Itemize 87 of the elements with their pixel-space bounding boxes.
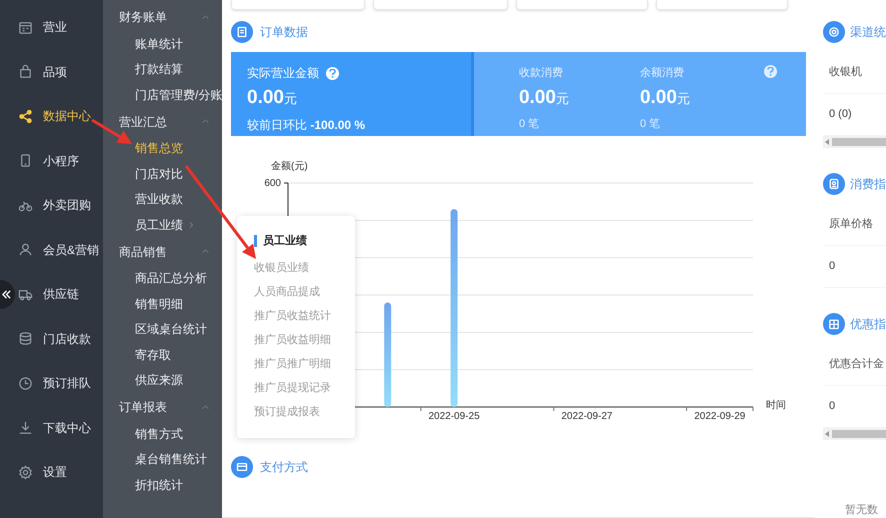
section-title: 支付方式 [260, 459, 308, 476]
sidebar-item[interactable]: 会员&营销 [18, 228, 103, 272]
scrollbar[interactable] [823, 428, 886, 440]
scrollbar-thumb[interactable] [832, 138, 886, 146]
tick-label: 2022-09-29 [693, 410, 746, 424]
double-chevron-left-icon [2, 290, 11, 299]
calendar-icon [18, 20, 33, 35]
period-select[interactable] [231, 0, 365, 10]
tick-label: 600 [263, 177, 281, 191]
submenu-item[interactable]: 门店管理费/分账 [103, 82, 222, 108]
empty-message: 暂无数 [844, 503, 879, 518]
metric-label: 实际营业金额 [247, 65, 319, 82]
comparison-text: 较前日环比 -100.00 % [247, 117, 366, 134]
submenu-item[interactable]: 商品汇总分析 [103, 266, 222, 291]
submenu-item[interactable]: 销售方式 [103, 421, 222, 446]
submenu-group-header[interactable]: 商品销售 [103, 238, 222, 266]
scrollbar-thumb[interactable] [832, 430, 886, 438]
section-title: 消费指 [850, 176, 886, 193]
popup-title: 员工业绩 [263, 234, 307, 249]
submenu-item[interactable]: 区域桌台统计 [103, 316, 222, 342]
download-icon [18, 420, 33, 436]
submenu-item[interactable]: 账单统计 [103, 31, 222, 56]
lifebuoy-icon [823, 21, 845, 43]
sidebar-item[interactable]: 预订排队 [18, 361, 103, 406]
count-text: 0 笔 [518, 117, 540, 132]
submenu-item[interactable]: 销售明细 [103, 291, 222, 316]
metric-unit: 元 [284, 90, 297, 108]
accent-bar [254, 235, 257, 247]
phone-icon [18, 153, 33, 168]
gift-icon [823, 313, 845, 335]
settings-icon [18, 464, 33, 480]
submenu-item[interactable]: 桌台销售统计 [103, 446, 222, 472]
section-title: 渠道统 [850, 24, 886, 41]
sidebar-item[interactable]: 供应链 [18, 272, 103, 316]
column-header: 原单价格 [823, 204, 886, 246]
submenu-item[interactable]: 营业收款 [103, 186, 222, 212]
submenu-group-header[interactable]: 营业汇总 [103, 108, 222, 136]
database-icon [18, 331, 33, 346]
submenu-item[interactable]: 打款结算 [103, 56, 222, 82]
sidebar-item[interactable]: 数据中心 [18, 94, 103, 138]
submenu-group-header[interactable]: 订单报表 [103, 393, 222, 421]
axis-title: 时间 [766, 398, 786, 413]
date-field[interactable] [373, 0, 508, 10]
section-title: 订单数据 [260, 24, 308, 41]
sidebar-item[interactable]: 小程序 [18, 138, 103, 183]
sidebar-item[interactable]: 外卖团购 [18, 183, 103, 228]
submenu-item[interactable]: 供应来源 [103, 368, 222, 393]
submenu-group-header[interactable]: 财务账单 [103, 3, 222, 31]
sidebar-item[interactable]: 营业 [18, 5, 103, 50]
count-text: 0 笔 [640, 117, 662, 132]
card-icon [231, 456, 253, 478]
scrollbar[interactable] [823, 136, 886, 148]
sidebar-item[interactable]: 品项 [18, 50, 103, 94]
sidebar-item[interactable]: 下载中心 [18, 406, 103, 450]
section-title: 优惠指 [850, 316, 886, 333]
metric-label: 余额消费 [640, 66, 685, 81]
document-icon [231, 21, 253, 43]
metric-value: 0.00 [518, 86, 556, 110]
end-time-field[interactable] [656, 0, 788, 10]
column-header: 优惠合计金 [823, 344, 886, 386]
bag-icon [18, 64, 33, 80]
submenu-item[interactable]: 折扣统计 [103, 472, 222, 498]
column-header: 收银机 [823, 52, 886, 94]
tick-label: 2022-09-27 [560, 410, 614, 424]
metric-unit: 元 [556, 90, 569, 108]
help-icon[interactable] [326, 66, 339, 80]
metric-value: 0.00 [247, 86, 284, 110]
submenu-item[interactable]: 员工业绩 [103, 212, 222, 238]
caret-up-icon [201, 402, 210, 412]
share-icon [18, 108, 33, 124]
sidebar-item[interactable]: 门店收款 [18, 316, 103, 361]
table-cell: 0 [823, 246, 886, 288]
sidebar-item[interactable]: 设置 [18, 450, 103, 494]
submenu-item[interactable]: 销售总览 [103, 136, 222, 161]
help-icon[interactable] [764, 65, 777, 78]
metric-value: 0.00 [640, 86, 677, 110]
submenu-item[interactable]: 寄存取 [103, 342, 222, 368]
tick-label: 2022-09-25 [427, 410, 481, 424]
start-time-field[interactable] [516, 0, 648, 10]
submenu-item[interactable]: 门店对比 [103, 161, 222, 186]
clock-icon [18, 376, 33, 391]
person-icon [18, 242, 33, 258]
camera-icon [823, 173, 845, 195]
metric-label: 收款消费 [518, 66, 564, 81]
caret-up-icon [201, 12, 210, 22]
axis-title: 金额(元) [271, 160, 308, 174]
metric-unit: 元 [676, 90, 690, 108]
